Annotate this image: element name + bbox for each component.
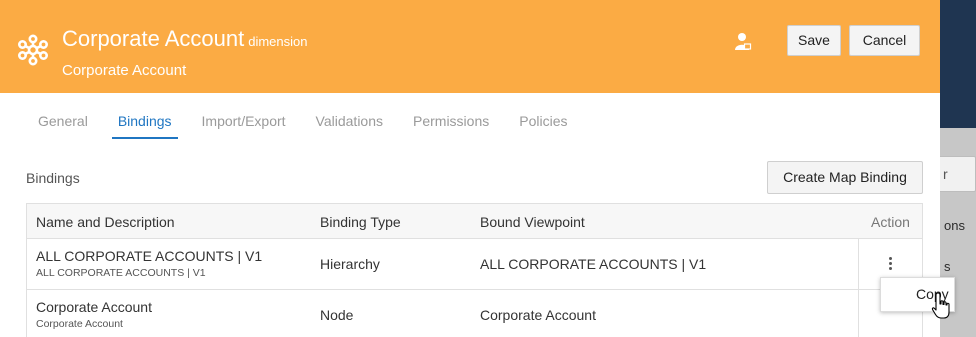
tab-validations[interactable]: Validations: [316, 113, 383, 135]
binding-type: Hierarchy: [320, 256, 380, 272]
background-text: s: [944, 259, 951, 274]
column-header-name[interactable]: Name and Description: [36, 214, 175, 230]
tab-permissions[interactable]: Permissions: [413, 113, 489, 135]
binding-name: ALL CORPORATE ACCOUNTS | V1: [36, 248, 263, 264]
binding-type: Node: [320, 307, 354, 323]
binding-name: Corporate Account: [36, 299, 152, 315]
dimension-molecule-icon: [17, 34, 48, 66]
user-lock-icon[interactable]: [734, 32, 752, 52]
table-header: Name and Description Binding Type Bound …: [27, 203, 922, 239]
tab-bindings[interactable]: Bindings: [111, 113, 178, 139]
background-text: ons: [944, 218, 965, 233]
dimension-name: Corporate Account: [62, 26, 245, 51]
dialog-title: Corporate Account dimension: [62, 26, 308, 52]
column-header-viewpoint[interactable]: Bound Viewpoint: [480, 214, 585, 230]
binding-description: Corporate Account: [36, 318, 123, 330]
tab-import-export[interactable]: Import/Export: [202, 113, 286, 135]
section-title: Bindings: [26, 170, 80, 186]
save-button[interactable]: Save: [787, 25, 841, 56]
dialog-tabs: General Bindings Import/Export Validatio…: [38, 113, 598, 139]
column-header-type[interactable]: Binding Type: [320, 214, 401, 230]
column-header-action: Action: [871, 214, 910, 230]
tab-policies[interactable]: Policies: [519, 113, 567, 135]
kebab-menu-icon[interactable]: [887, 257, 893, 273]
dimension-dialog: Corporate Account dimension Corporate Acc…: [0, 0, 940, 337]
hand-cursor-icon: [931, 292, 950, 319]
table-row[interactable]: ALL CORPORATE ACCOUNTS | V1 ALL CORPORAT…: [27, 239, 922, 290]
table-row[interactable]: Corporate Account Corporate Account Node…: [27, 290, 922, 337]
bound-viewpoint: ALL CORPORATE ACCOUNTS | V1: [480, 256, 707, 272]
bound-viewpoint: Corporate Account: [480, 307, 596, 323]
dialog-header: Corporate Account dimension Corporate Acc…: [0, 0, 940, 93]
dimension-type-label: dimension: [248, 34, 308, 49]
tab-general[interactable]: General: [38, 113, 88, 135]
dialog-subtitle: Corporate Account: [62, 62, 187, 79]
create-map-binding-button[interactable]: Create Map Binding: [767, 161, 923, 194]
bindings-table: Name and Description Binding Type Bound …: [26, 203, 923, 337]
binding-description: ALL CORPORATE ACCOUNTS | V1: [36, 267, 206, 279]
cancel-button[interactable]: Cancel: [849, 25, 920, 56]
